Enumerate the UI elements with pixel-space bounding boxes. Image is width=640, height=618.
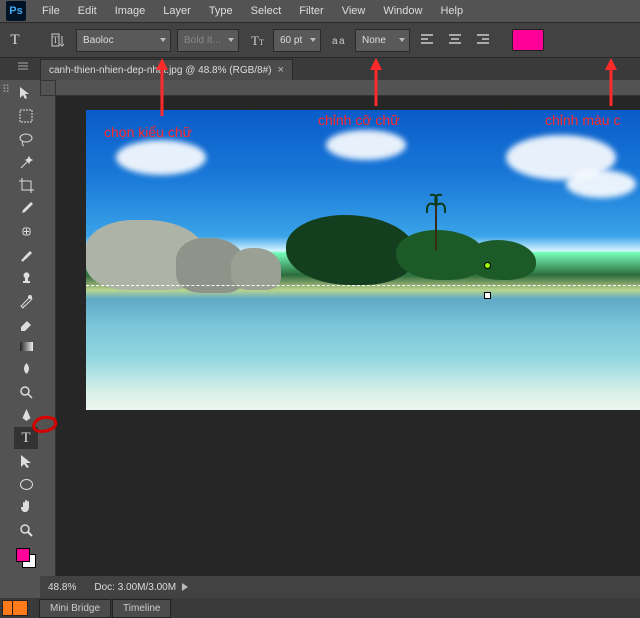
menu-file[interactable]: File	[34, 2, 68, 20]
align-center-button[interactable]	[444, 29, 466, 51]
hand-tool[interactable]	[14, 496, 38, 518]
antialias-dropdown[interactable]: None	[355, 29, 410, 52]
menu-view[interactable]: View	[334, 2, 374, 20]
gradient-tool[interactable]	[14, 335, 38, 357]
svg-text:T: T	[259, 38, 264, 47]
align-right-button[interactable]	[472, 29, 494, 51]
annotation-arrow	[156, 58, 168, 116]
menu-window[interactable]: Window	[375, 2, 430, 20]
menu-help[interactable]: Help	[432, 2, 471, 20]
text-orientation-toggle[interactable]: T	[48, 29, 70, 51]
close-tab-icon[interactable]: ×	[278, 64, 284, 76]
menu-select[interactable]: Select	[243, 2, 290, 20]
blur-tool[interactable]	[14, 358, 38, 380]
healing-tool[interactable]	[14, 220, 38, 242]
foreground-color-swatch[interactable]	[16, 548, 30, 562]
main-area: ⠿ T	[0, 80, 640, 576]
svg-text:T: T	[53, 35, 59, 45]
zoom-level[interactable]: 48.8%	[48, 582, 76, 593]
bottom-panel: Mini Bridge Timeline	[0, 598, 640, 618]
tab-pin-icon[interactable]	[14, 60, 32, 72]
doc-info-menu-icon[interactable]	[182, 583, 188, 591]
options-bar: T T Baoloc Bold It... TT 60 pt aa None	[0, 22, 640, 58]
font-size-icon: TT	[245, 29, 267, 51]
font-size-dropdown[interactable]: 60 pt	[273, 29, 321, 52]
ruler-vertical[interactable]	[40, 96, 56, 576]
canvas-stage[interactable]	[56, 96, 640, 576]
menu-image[interactable]: Image	[107, 2, 154, 20]
font-style-value: Bold It...	[184, 35, 221, 46]
path-select-tool[interactable]	[14, 450, 38, 472]
annotation-circle	[30, 414, 58, 434]
lasso-tool[interactable]	[14, 128, 38, 150]
annotation-font-label: chọn kiểu chữ	[104, 124, 192, 140]
antialias-icon: aa	[327, 29, 349, 51]
brush-tool[interactable]	[14, 243, 38, 265]
toolbox-handle[interactable]: ⠿	[0, 80, 12, 576]
dropdown-arrow-icon	[228, 38, 234, 42]
panel-tab-minibridge[interactable]: Mini Bridge	[39, 599, 111, 618]
menu-filter[interactable]: Filter	[291, 2, 331, 20]
dropdown-arrow-icon	[160, 38, 166, 42]
move-tool[interactable]	[14, 82, 38, 104]
document-tab-bar: canh-thien-nhien-dep-nhat.jpg @ 48.8% (R…	[0, 58, 640, 80]
font-style-dropdown[interactable]: Bold It...	[177, 29, 239, 52]
ruler-horizontal[interactable]	[56, 80, 640, 96]
text-color-swatch[interactable]	[512, 29, 544, 51]
antialias-value: None	[362, 35, 386, 46]
tool-preset-text-icon[interactable]: T	[4, 29, 26, 51]
color-swatches[interactable]	[14, 546, 38, 570]
zoom-tool[interactable]	[14, 519, 38, 541]
menu-bar: Ps File Edit Image Layer Type Select Fil…	[0, 0, 640, 22]
font-family-value: Baoloc	[83, 35, 114, 46]
ruler-corner[interactable]	[40, 80, 56, 96]
stamp-tool[interactable]	[14, 266, 38, 288]
canvas-area	[40, 80, 640, 576]
svg-text:a: a	[332, 36, 338, 47]
panel-icon[interactable]	[12, 600, 28, 616]
wand-tool[interactable]	[14, 151, 38, 173]
annotation-arrow	[370, 58, 382, 106]
annotation-color-label: chỉnh màu c	[545, 112, 620, 128]
annotation-arrow	[605, 58, 617, 106]
annotation-size-label: chỉnh cỡ chữ	[318, 112, 400, 128]
transform-handle[interactable]	[484, 262, 491, 269]
status-bar: 48.8% Doc: 3.00M/3.00M	[40, 576, 640, 598]
crop-tool[interactable]	[14, 174, 38, 196]
toolbox: T	[12, 80, 40, 576]
panel-tab-timeline[interactable]: Timeline	[112, 599, 171, 618]
dropdown-arrow-icon	[310, 38, 316, 42]
svg-text:a: a	[339, 36, 345, 47]
transform-handle[interactable]	[484, 292, 491, 299]
history-brush-tool[interactable]	[14, 289, 38, 311]
font-family-dropdown[interactable]: Baoloc	[76, 29, 171, 52]
grip-icon: ⠿	[1, 84, 11, 94]
menu-layer[interactable]: Layer	[155, 2, 199, 20]
align-left-button[interactable]	[416, 29, 438, 51]
doc-info[interactable]: Doc: 3.00M/3.00M	[94, 582, 188, 593]
svg-text:T: T	[251, 33, 259, 48]
eyedropper-tool[interactable]	[14, 197, 38, 219]
app-logo: Ps	[6, 1, 26, 21]
dodge-tool[interactable]	[14, 381, 38, 403]
menu-type[interactable]: Type	[201, 2, 241, 20]
shape-tool[interactable]	[14, 473, 38, 495]
menu-edit[interactable]: Edit	[70, 2, 105, 20]
document-image	[86, 110, 640, 410]
font-size-value: 60 pt	[280, 35, 302, 46]
marquee-tool[interactable]	[14, 105, 38, 127]
eraser-tool[interactable]	[14, 312, 38, 334]
dropdown-arrow-icon	[399, 38, 405, 42]
